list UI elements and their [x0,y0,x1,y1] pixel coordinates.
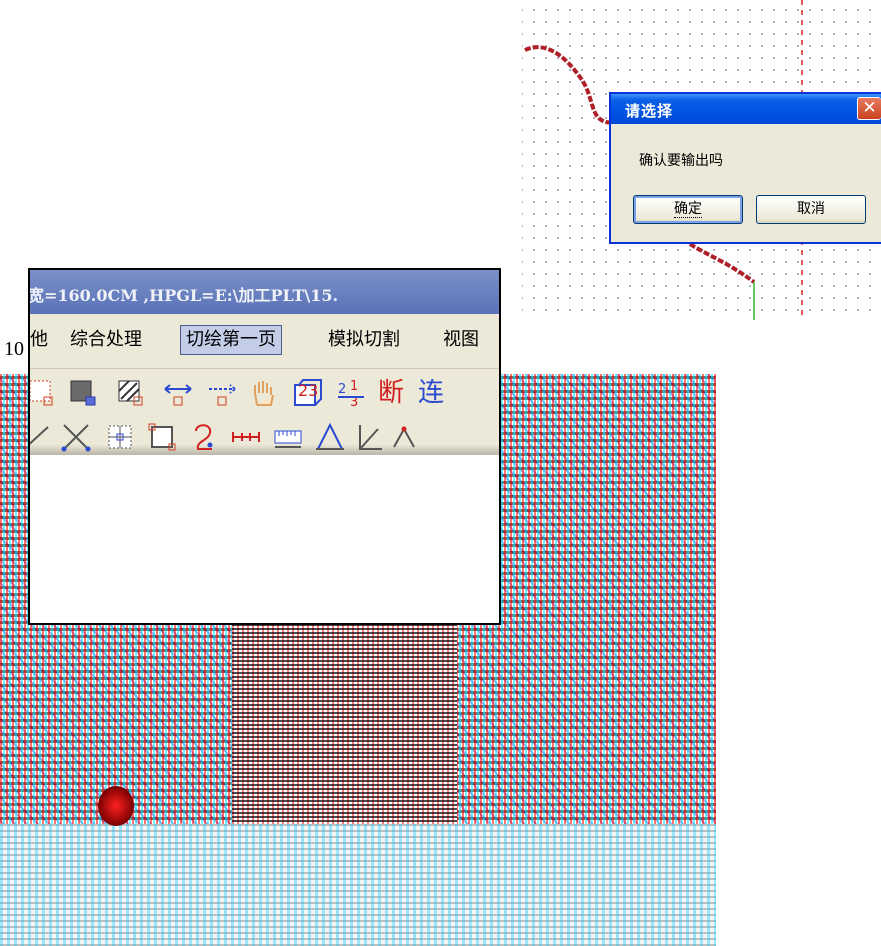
cad-titlebar[interactable]: 宽=160.0CM ,HPGL=E:\加工PLT\15. [30,270,499,314]
menu-item-cut-first-page[interactable]: 切绘第一页 [180,325,282,355]
dialog-message: 确认要输出吗 [639,153,723,169]
ok-button-label: 确定 [674,201,702,218]
cad-window: 宽=160.0CM ,HPGL=E:\加工PLT\15. 他 综合处理 切绘第一… [28,268,501,625]
svg-text:1: 1 [350,379,358,394]
break-icon[interactable]: 断 [378,377,410,409]
cut-path-lower [688,242,756,284]
cut-path-upper [524,45,624,125]
svg-text:2: 2 [338,382,346,397]
dimension-icon[interactable] [230,421,262,453]
ok-button[interactable]: 确定 [633,195,743,224]
peak-icon[interactable] [392,421,424,453]
close-icon[interactable]: ✕ [857,97,881,120]
toolbar-row-2 [30,419,499,455]
cad-title: 宽=160.0CM ,HPGL=E:\加工PLT\15. [28,286,339,305]
corner-icon[interactable] [354,421,386,453]
break-label: 断 [378,378,405,408]
menu-item-view[interactable]: 视图 [443,325,479,355]
connect-icon[interactable]: 连 [418,377,450,409]
noise-light-strip [0,824,716,946]
order-numbers: 23 [298,381,319,400]
dialog-title: 请选择 [625,102,674,120]
angle-icon[interactable] [314,421,346,453]
hatch-pattern-icon[interactable] [116,377,148,409]
sequence-icon[interactable]: 213 [336,377,368,409]
toolbar-row-1: 23 213 断 连 [30,369,499,419]
frame-select-icon[interactable] [146,421,178,453]
fill-pattern-icon[interactable] [68,377,100,409]
move-right-icon[interactable] [206,377,238,409]
menu-item-other[interactable]: 他 [30,325,48,355]
menu-item-general-processing[interactable]: 综合处理 [70,325,142,355]
hand-pan-icon[interactable] [248,377,280,409]
confirm-output-dialog: 请选择 ✕ 确认要输出吗 确定 取消 [609,92,881,244]
cross-icon[interactable] [60,421,92,453]
page-number: 10 [4,338,24,360]
cad-work-area[interactable] [30,455,499,623]
grid-select-icon[interactable] [104,421,136,453]
menu-item-simulate-cut[interactable]: 模拟切割 [328,325,400,355]
select-box-icon[interactable] [30,377,58,409]
curve-icon[interactable] [188,421,220,453]
dialog-titlebar[interactable]: 请选择 ✕ [611,94,881,124]
ruler-icon[interactable] [272,421,304,453]
noise-red-blob [98,786,134,826]
cad-menubar: 他 综合处理 切绘第一页 模拟切割 视图 [30,314,499,369]
connect-label: 连 [418,378,445,408]
diagonal-line-icon[interactable] [30,421,54,453]
cancel-button[interactable]: 取消 [756,195,866,224]
order-icon[interactable]: 23 [292,377,324,409]
noise-dark-block [232,610,457,830]
move-horizontal-icon[interactable] [162,377,194,409]
